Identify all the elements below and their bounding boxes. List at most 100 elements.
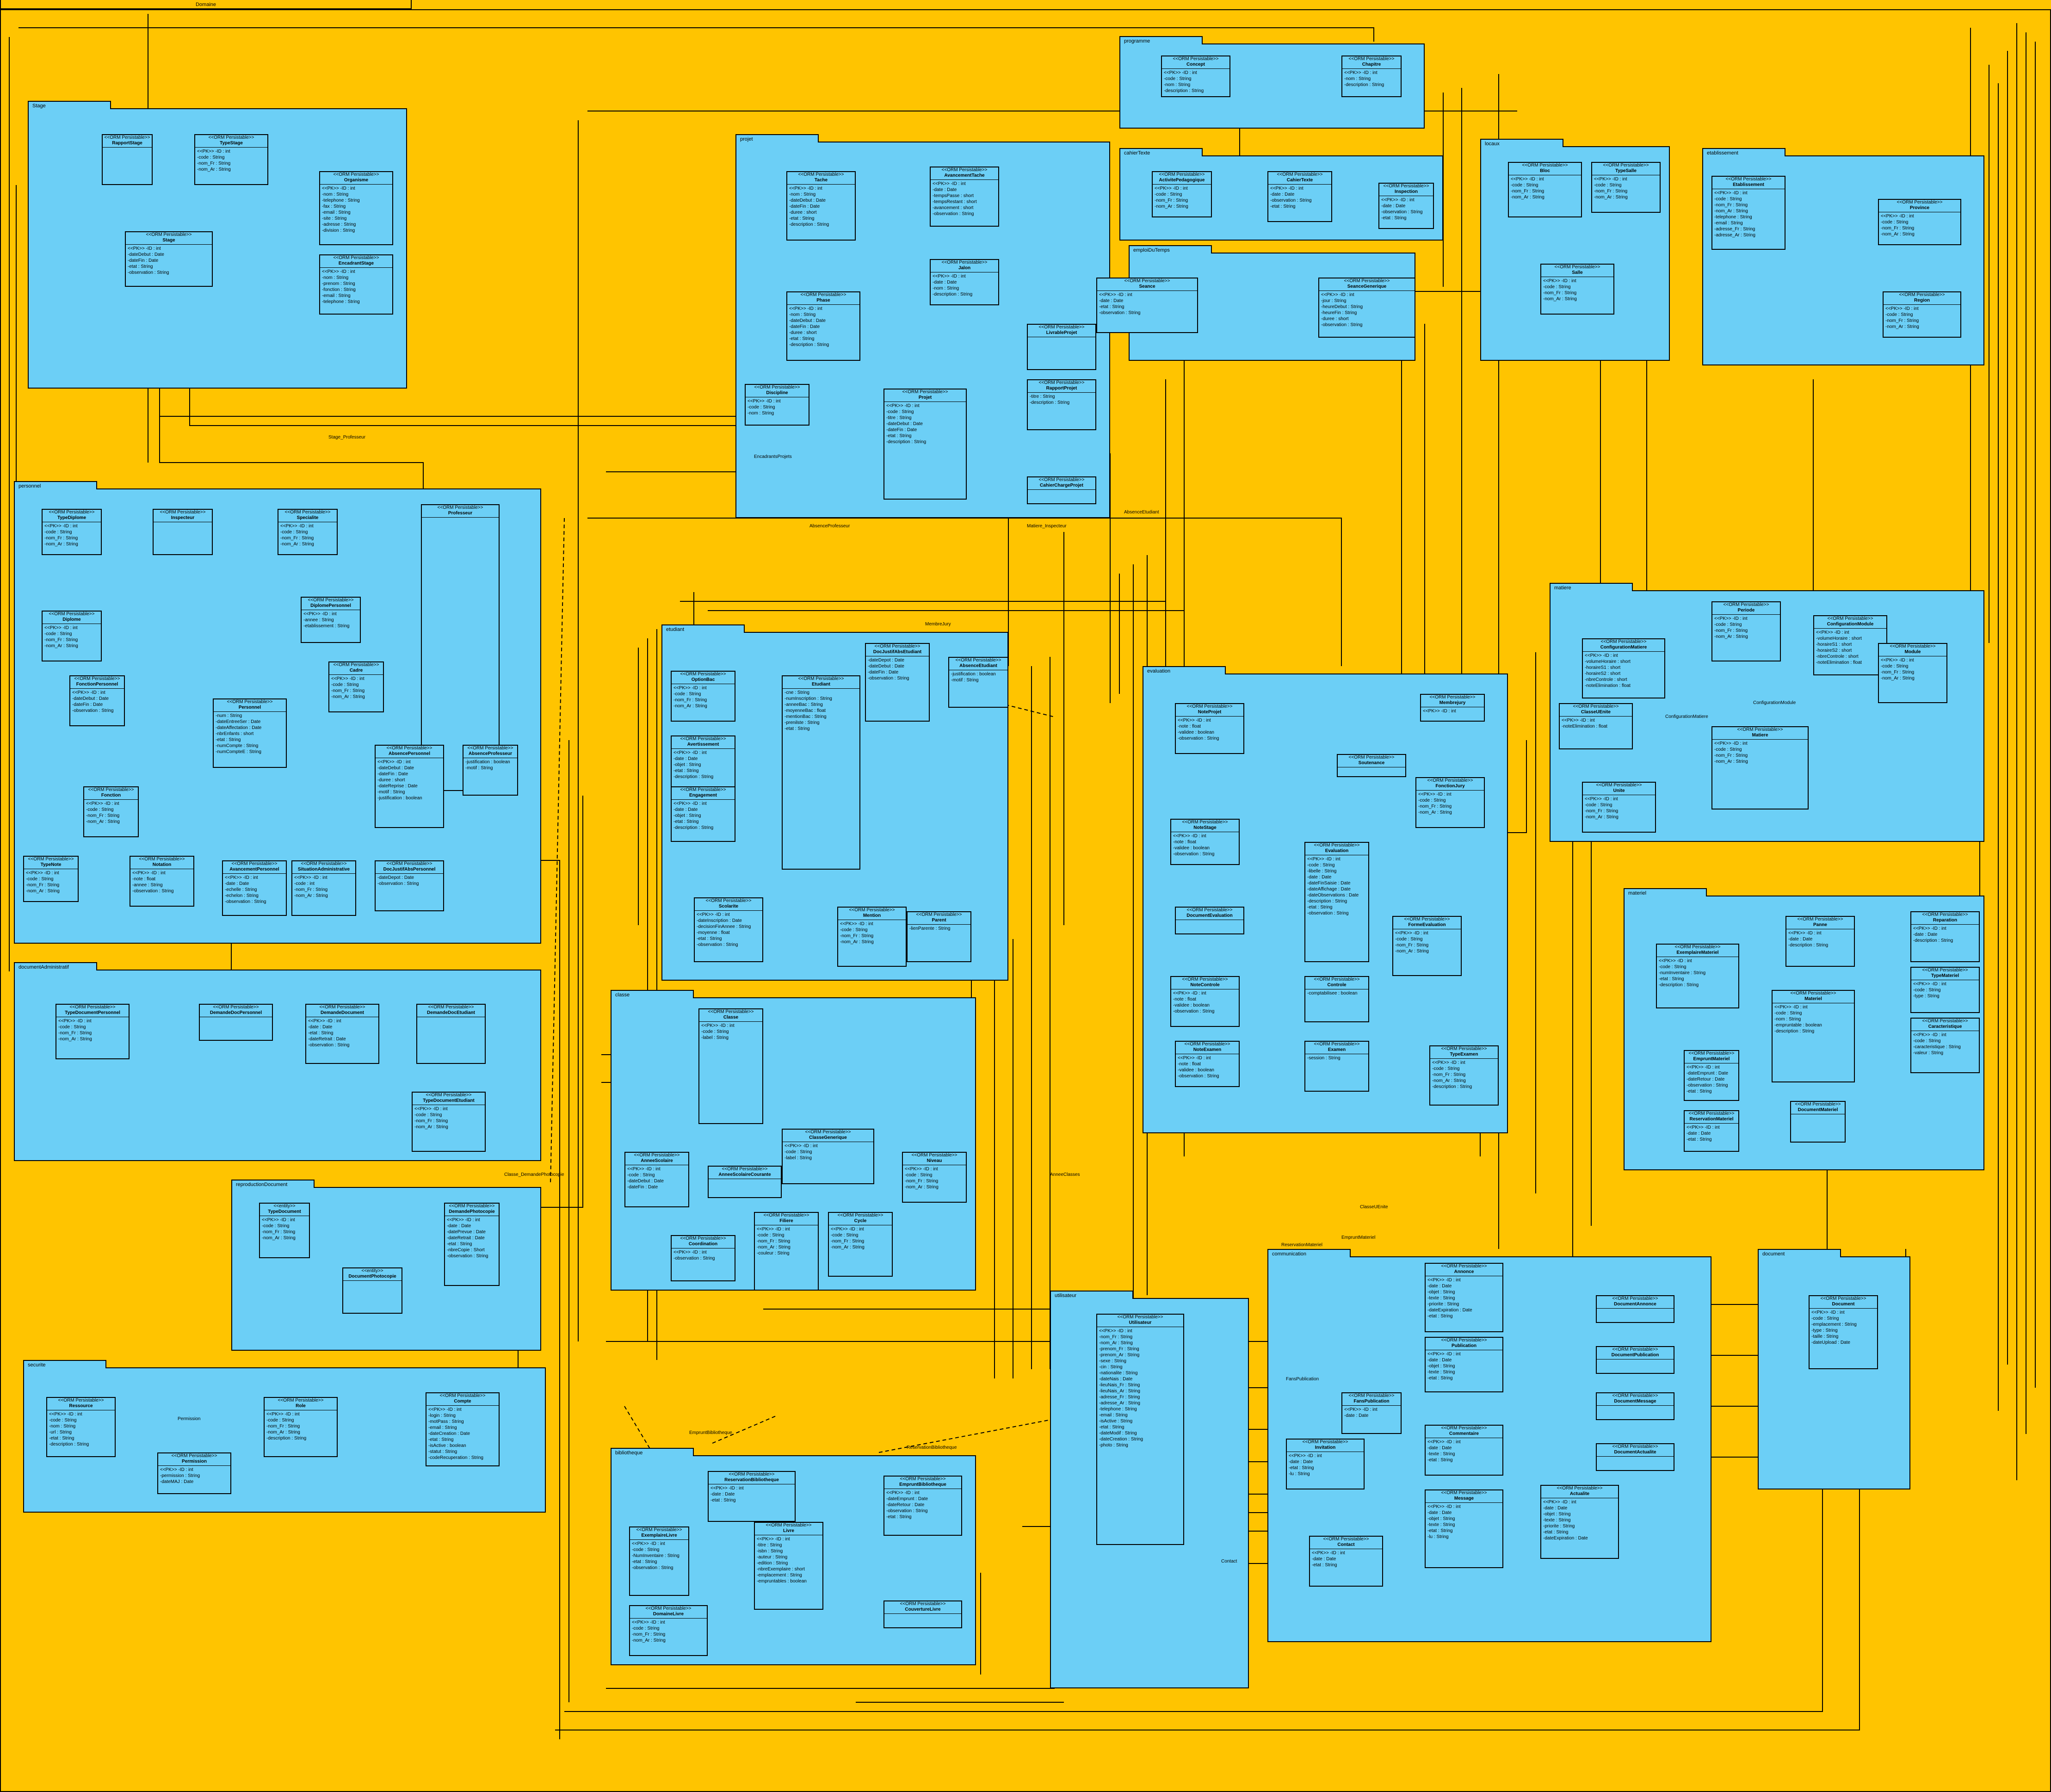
class-TypeDocumentEtudiant[interactable]: <<ORM Persistable>> TypeDocumentEtudiant <… [412, 1092, 486, 1152]
class-RapportStage[interactable]: <<ORM Persistable>> RapportStage [102, 134, 153, 185]
class-Ressource[interactable]: <<ORM Persistable>> Ressource <<PK>> -ID :… [46, 1397, 116, 1457]
class-DemandeDocEtudiant[interactable]: <<ORM Persistable>> DemandeDocEtudiant [416, 1004, 486, 1064]
class-Permission[interactable]: <<ORM Persistable>> Permission <<PK>> -ID … [157, 1452, 231, 1494]
class-DocumentPublication[interactable]: <<ORM Persistable>> DocumentPublication [1596, 1346, 1674, 1374]
class-Region[interactable]: <<ORM Persistable>> Region <<PK>> -ID : in… [1883, 291, 1961, 338]
class-DocumentPhotocopie[interactable]: <<entity>> DocumentPhotocopie [342, 1267, 402, 1314]
class-Coordination[interactable]: <<ORM Persistable>> Coordination <<PK>> -I… [671, 1235, 735, 1281]
class-Notation[interactable]: <<ORM Persistable>> Notation <<PK>> -ID : … [130, 856, 194, 907]
class-ReservationBibliotheque[interactable]: <<ORM Persistable>> ReservationBibliotheq… [708, 1471, 796, 1522]
class-Discipline[interactable]: <<ORM Persistable>> Discipline <<PK>> -ID … [745, 384, 809, 426]
class-Province[interactable]: <<ORM Persistable>> Province <<PK>> -ID : … [1878, 199, 1961, 245]
class-Chapitre[interactable]: <<ORM Persistable>> Chapitre <<PK>> -ID : … [1341, 56, 1402, 97]
class-TypeExamen[interactable]: <<ORM Persistable>> TypeExamen <<PK>> -ID … [1429, 1045, 1499, 1106]
class-DemandeDocPersonnel[interactable]: <<ORM Persistable>> DemandeDocPersonnel [199, 1004, 273, 1041]
class-TypeDiplome[interactable]: <<ORM Persistable>> TypeDiplome <<PK>> -ID… [42, 509, 102, 555]
class-Scolarite[interactable]: <<ORM Persistable>> Scolarite <<PK>> -ID :… [694, 897, 763, 962]
class-Projet[interactable]: <<ORM Persistable>> Projet <<PK>> -ID : in… [883, 389, 967, 500]
class-Filiere[interactable]: <<ORM Persistable>> Filiere <<PK>> -ID : i… [754, 1212, 819, 1291]
class-Contact[interactable]: <<ORM Persistable>> Contact <<PK>> -ID : i… [1309, 1536, 1383, 1587]
class-NoteExamen[interactable]: <<ORM Persistable>> NoteExamen <<PK>> -ID … [1175, 1041, 1240, 1087]
class-DocumentMateriel[interactable]: <<ORM Persistable>> DocumentMateriel [1790, 1101, 1846, 1143]
class-AnneeScolaire[interactable]: <<ORM Persistable>> AnneeScolaire <<PK>> -… [624, 1152, 689, 1207]
class-Document[interactable]: <<ORM Persistable>> Document <<PK>> -ID : … [1809, 1295, 1878, 1369]
class-Engagement[interactable]: <<ORM Persistable>> Engagement <<PK>> -ID … [671, 786, 735, 842]
class-Inspection[interactable]: <<ORM Persistable>> Inspection <<PK>> -ID … [1378, 183, 1434, 229]
class-Reparation[interactable]: <<ORM Persistable>> Reparation <<PK>> -ID … [1910, 911, 1980, 962]
class-Module[interactable]: <<ORM Persistable>> Module <<PK>> -ID : in… [1878, 643, 1947, 703]
class-AbsencePersonnel[interactable]: <<ORM Persistable>> AbsencePersonnel <<PK>… [375, 745, 444, 828]
class-Inspecteur[interactable]: <<ORM Persistable>> Inspecteur [153, 509, 213, 555]
class-ClasseGenerique[interactable]: <<ORM Persistable>> ClasseGenerique <<PK>>… [782, 1129, 874, 1184]
class-Avertissement[interactable]: <<ORM Persistable>> Avertissement <<PK>> -… [671, 735, 735, 791]
class-AvancementTache[interactable]: <<ORM Persistable>> AvancementTache <<PK>>… [930, 167, 999, 227]
class-Etudiant[interactable]: <<ORM Persistable>> Etudiant -cne : String… [782, 675, 860, 870]
class-Invitation[interactable]: <<ORM Persistable>> Invitation <<PK>> -ID … [1286, 1439, 1365, 1489]
class-TypeStage[interactable]: <<ORM Persistable>> TypeStage <<PK>> -ID :… [194, 134, 268, 185]
class-Organisme[interactable]: <<ORM Persistable>> Organisme <<PK>> -ID :… [319, 171, 393, 245]
class-ConfigurationMatiere[interactable]: <<ORM Persistable>> ConfigurationMatiere <… [1582, 638, 1665, 698]
class-Phase[interactable]: <<ORM Persistable>> Phase <<PK>> -ID : int… [786, 291, 860, 361]
class-ActivitePedagogique[interactable]: <<ORM Persistable>> ActivitePedagogique <<… [1152, 171, 1212, 217]
class-NoteStage[interactable]: <<ORM Persistable>> NoteStage <<PK>> -ID :… [1170, 819, 1240, 865]
class-TypeSalle[interactable]: <<ORM Persistable>> TypeSalle <<PK>> -ID :… [1591, 162, 1661, 213]
class-Concept[interactable]: <<ORM Persistable>> Concept <<PK>> -ID : i… [1161, 56, 1230, 97]
class-OptionBac[interactable]: <<ORM Persistable>> OptionBac <<PK>> -ID :… [671, 671, 735, 722]
class-DocumentEvaluation[interactable]: <<ORM Persistable>> DocumentEvaluation [1175, 907, 1244, 934]
class-EmpruntBibliotheque[interactable]: <<ORM Persistable>> EmpruntBibliotheque <<… [883, 1476, 962, 1536]
class-ExemplaireMateriel[interactable]: <<ORM Persistable>> ExemplaireMateriel <<P… [1656, 944, 1739, 1008]
class-TypeDocument[interactable]: <<entity>> TypeDocument <<PK>> -ID : int -c… [259, 1203, 310, 1258]
class-Jalon[interactable]: <<ORM Persistable>> Jalon <<PK>> -ID : int… [930, 259, 999, 305]
class-DocumentActualite[interactable]: <<ORM Persistable>> DocumentActualite [1596, 1443, 1674, 1471]
class-CahierChargeProjet[interactable]: <<ORM Persistable>> CahierChargeProjet [1027, 476, 1096, 504]
class-Commentaire[interactable]: <<ORM Persistable>> Commentaire <<PK>> -ID… [1425, 1425, 1503, 1476]
class-EmpruntMateriel[interactable]: <<ORM Persistable>> EmpruntMateriel <<PK>>… [1684, 1050, 1739, 1101]
class-Tache[interactable]: <<ORM Persistable>> Tache <<PK>> -ID : int… [786, 171, 856, 241]
class-Membrejury[interactable]: <<ORM Persistable>> Membrejury <<PK>> -ID … [1420, 694, 1485, 722]
class-Materiel[interactable]: <<ORM Persistable>> Materiel <<PK>> -ID : … [1772, 990, 1855, 1082]
class-ExemplaireLivre[interactable]: <<ORM Persistable>> ExemplaireLivre <<PK>>… [629, 1526, 689, 1596]
class-Examen[interactable]: <<ORM Persistable>> Examen -session : Stri… [1304, 1041, 1369, 1092]
class-Caracteristique[interactable]: <<ORM Persistable>> Caracteristique <<PK>>… [1910, 1018, 1980, 1073]
class-LivrableProjet[interactable]: <<ORM Persistable>> LivrableProjet [1027, 324, 1096, 370]
class-SituationAdministrative[interactable]: <<ORM Persistable>> SituationAdministrati… [291, 860, 356, 916]
class-FormeEvaluation[interactable]: <<ORM Persistable>> FormeEvaluation <<PK>>… [1392, 916, 1462, 976]
class-DemandePhotocopie[interactable]: <<ORM Persistable>> DemandePhotocopie <<PK… [444, 1203, 500, 1286]
class-Panne[interactable]: <<ORM Persistable>> Panne <<PK>> -ID : int… [1785, 916, 1855, 967]
class-ConfigurationModule[interactable]: <<ORM Persistable>> ConfigurationModule <<… [1813, 615, 1887, 675]
class-Evaluation[interactable]: <<ORM Persistable>> Evaluation <<PK>> -ID … [1304, 842, 1369, 962]
class-EncadrantStage[interactable]: <<ORM Persistable>> EncadrantStage <<PK>> … [319, 254, 393, 315]
class-DomaineLivre[interactable]: <<ORM Persistable>> DomaineLivre <<PK>> -I… [629, 1605, 708, 1656]
class-DiplomePersonnel[interactable]: <<ORM Persistable>> DiplomePersonnel <<PK>… [301, 597, 361, 643]
class-SeanceGenerique[interactable]: <<ORM Persistable>> SeanceGenerique <<PK>>… [1318, 278, 1415, 338]
class-Compte[interactable]: <<ORM Persistable>> Compte <<PK>> -ID : in… [426, 1392, 500, 1466]
class-Soutenance[interactable]: <<ORM Persistable>> Soutenance [1337, 754, 1406, 777]
class-Parent[interactable]: <<ORM Persistable>> Parent -lienParente : … [907, 911, 971, 962]
class-TypeNote[interactable]: <<ORM Persistable>> TypeNote <<PK>> -ID : … [23, 856, 79, 902]
class-DocumentAnnonce[interactable]: <<ORM Persistable>> DocumentAnnonce [1596, 1295, 1674, 1323]
class-NoteControle[interactable]: <<ORM Persistable>> NoteControle <<PK>> -I… [1170, 976, 1240, 1027]
class-Actualite[interactable]: <<ORM Persistable>> Actualite <<PK>> -ID :… [1540, 1485, 1619, 1559]
class-RapportProjet[interactable]: <<ORM Persistable>> RapportProjet -titre :… [1027, 379, 1096, 430]
class-NoteProjet[interactable]: <<ORM Persistable>> NoteProjet <<PK>> -ID … [1175, 703, 1244, 754]
class-Diplome[interactable]: <<ORM Persistable>> Diplome <<PK>> -ID : i… [42, 611, 102, 661]
class-DocJustifAbsPersonnel[interactable]: <<ORM Persistable>> DocJustifAbsPersonnel… [375, 860, 444, 911]
class-Controle[interactable]: <<ORM Persistable>> Controle -comptabilise… [1304, 976, 1369, 1022]
class-FansPublication[interactable]: <<ORM Persistable>> FansPublication <<PK>>… [1341, 1392, 1402, 1434]
class-ReservationMateriel[interactable]: <<ORM Persistable>> ReservationMateriel <<… [1684, 1110, 1739, 1152]
class-DocJustifAbsEtudiant[interactable]: <<ORM Persistable>> DocJustifAbsEtudiant -… [865, 643, 930, 722]
class-AbsenceEtudiant[interactable]: <<ORM Persistable>> AbsenceEtudiant -justi… [948, 657, 1008, 708]
class-Stage[interactable]: <<ORM Persistable>> Stage <<PK>> -ID : int… [125, 231, 213, 287]
class-FonctionJury[interactable]: <<ORM Persistable>> FonctionJury <<PK>> -I… [1415, 777, 1485, 828]
class-Publication[interactable]: <<ORM Persistable>> Publication <<PK>> -ID… [1425, 1337, 1503, 1392]
class-TypeDocumentPersonnel[interactable]: <<ORM Persistable>> TypeDocumentPersonnel… [56, 1004, 130, 1059]
class-Message[interactable]: <<ORM Persistable>> Message <<PK>> -ID : i… [1425, 1489, 1503, 1568]
class-Classe[interactable]: <<ORM Persistable>> Classe <<PK>> -ID : in… [698, 1008, 763, 1124]
class-TypeMateriel[interactable]: <<ORM Persistable>> TypeMateriel <<PK>> -I… [1910, 967, 1980, 1013]
class-Periode[interactable]: <<ORM Persistable>> Periode <<PK>> -ID : i… [1711, 601, 1781, 661]
class-Seance[interactable]: <<ORM Persistable>> Seance <<PK>> -ID : in… [1096, 278, 1198, 333]
class-Bloc[interactable]: <<ORM Persistable>> Bloc <<PK>> -ID : int -… [1508, 162, 1582, 217]
class-FonctionPersonnel[interactable]: <<ORM Persistable>> FonctionPersonnel <<PK… [69, 675, 125, 726]
class-Annonce[interactable]: <<ORM Persistable>> Annonce <<PK>> -ID : i… [1425, 1263, 1503, 1332]
class-AbsenceProfesseur[interactable]: <<ORM Persistable>> AbsenceProfesseur -jus… [463, 745, 518, 796]
